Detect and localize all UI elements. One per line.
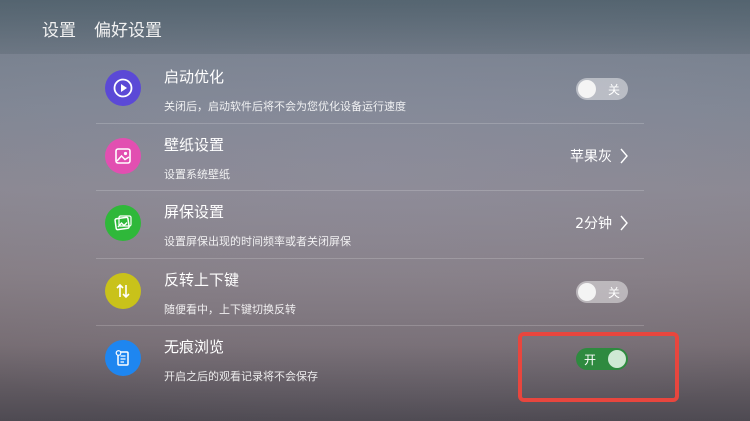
header-bar: 设置 偏好设置: [0, 0, 750, 54]
setting-value-label: 苹果灰: [570, 148, 612, 165]
setting-value-label: 2分钟: [575, 216, 612, 232]
reverse-keys-toggle[interactable]: 关: [576, 280, 628, 303]
setting-description: 随便看中，上下键切换反转: [164, 302, 296, 316]
setting-title: 启动优化: [164, 68, 225, 86]
wallpaper-value[interactable]: 苹果灰: [570, 146, 628, 166]
toggle-state-label: 关: [607, 285, 620, 300]
setting-title: 反转上下键: [164, 270, 240, 289]
setting-title: 壁纸设置: [164, 135, 225, 154]
setting-row-startup-optimization[interactable]: 启动优化 关闭后，启动软件后将不会为您优化设备运行速度 关: [96, 56, 644, 124]
setting-title: 屏保设置: [164, 203, 225, 221]
setting-row-reverse-keys[interactable]: 反转上下键 随便看中，上下键切换反转 关: [96, 259, 644, 326]
setting-title: 无痕浏览: [164, 338, 225, 356]
document-icon: [105, 340, 141, 376]
toggle-knob: [578, 282, 596, 301]
toggle-knob: [578, 80, 596, 98]
chevron-right-icon: [620, 215, 628, 231]
breadcrumb-preferences: 偏好设置: [94, 21, 162, 41]
screensaver-icon: [105, 205, 141, 241]
breadcrumb: 设置 偏好设置: [42, 16, 162, 41]
up-down-arrows-icon: [105, 272, 141, 309]
setting-row-screensaver[interactable]: 屏保设置 设置屏保出现的时间频率或者关闭屏保 2分钟: [96, 191, 644, 259]
screensaver-value[interactable]: 2分钟: [575, 213, 628, 233]
startup-optimization-toggle[interactable]: 关: [576, 78, 628, 100]
wallpaper-icon: [105, 137, 141, 174]
setting-description: 设置系统壁纸: [164, 167, 230, 181]
highlight-box: [518, 332, 679, 402]
setting-description: 设置屏保出现的时间频率或者关闭屏保: [164, 235, 351, 248]
setting-row-wallpaper[interactable]: 壁纸设置 设置系统壁纸 苹果灰: [96, 124, 644, 191]
play-icon: [105, 70, 141, 106]
chevron-right-icon: [620, 148, 628, 163]
setting-description: 关闭后，启动软件后将不会为您优化设备运行速度: [164, 100, 406, 113]
breadcrumb-settings[interactable]: 设置: [42, 16, 76, 41]
setting-description: 开启之后的观看记录将不会保存: [164, 370, 318, 383]
toggle-state-label: 关: [607, 83, 620, 97]
